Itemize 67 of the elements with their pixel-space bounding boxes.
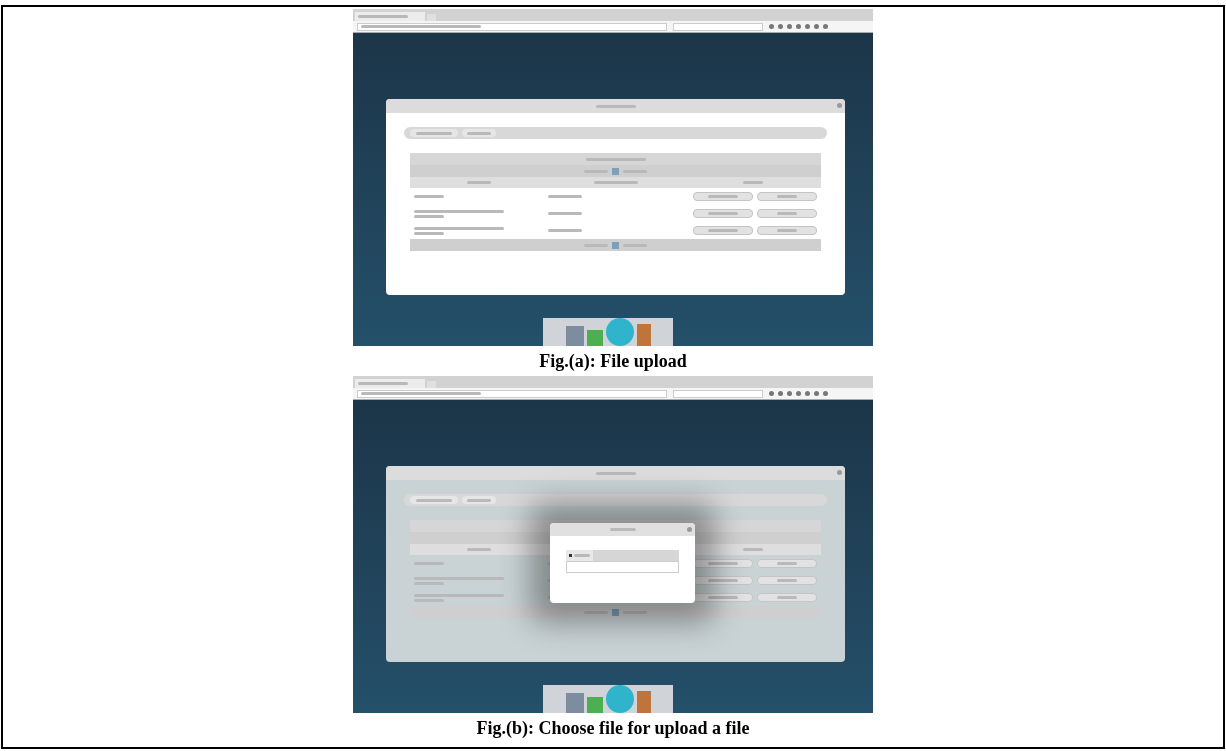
- action-button[interactable]: [757, 192, 817, 201]
- dialog-title-drawing: [595, 471, 636, 475]
- button-label-drawing: [777, 195, 797, 198]
- tab-title-drawing: [358, 382, 408, 385]
- blurred-text-drawing: [548, 229, 583, 232]
- action-button[interactable]: [693, 576, 753, 585]
- toolbar-icons-drawing: [769, 391, 828, 396]
- figure-caption: Fig.(a): File upload: [539, 350, 687, 373]
- action-button[interactable]: [757, 593, 817, 602]
- browse-button[interactable]: [566, 550, 593, 561]
- search-field[interactable]: [673, 389, 763, 398]
- figure-caption: Fig.(b): Choose file for upload a file: [476, 717, 750, 740]
- action-button[interactable]: [757, 226, 817, 235]
- blurred-text-drawing: [467, 131, 491, 135]
- new-tab-icon[interactable]: [427, 14, 436, 21]
- action-button[interactable]: [693, 593, 753, 602]
- blurred-text-drawing: [548, 212, 583, 215]
- action-button[interactable]: [693, 226, 753, 235]
- blurred-text-drawing: [548, 195, 583, 198]
- browser-tab[interactable]: [355, 12, 425, 21]
- tab-title-drawing: [358, 15, 408, 18]
- column-header-drawing: [466, 548, 491, 551]
- file-input-field[interactable]: [566, 561, 679, 573]
- toolbar-button[interactable]: [410, 496, 458, 504]
- column-header-drawing: [742, 548, 763, 551]
- action-button[interactable]: [693, 192, 753, 201]
- action-button[interactable]: [757, 559, 817, 568]
- action-button[interactable]: [757, 576, 817, 585]
- page-icon[interactable]: [612, 167, 619, 175]
- button-label-drawing: [574, 554, 590, 557]
- new-tab-icon[interactable]: [427, 381, 436, 388]
- search-field[interactable]: [673, 22, 763, 31]
- page-icon[interactable]: [612, 608, 619, 616]
- button-label-drawing: [777, 596, 797, 599]
- blurred-text-drawing: [414, 195, 444, 198]
- toolbar-button[interactable]: [462, 129, 496, 137]
- button-label-drawing: [777, 229, 797, 232]
- action-button[interactable]: [693, 559, 753, 568]
- toolbar-icons-drawing: [769, 24, 828, 29]
- browser-tab[interactable]: [355, 379, 425, 388]
- blurred-text-drawing: [416, 498, 452, 502]
- blurred-text-drawing: [467, 498, 491, 502]
- dialog-title-drawing: [609, 528, 636, 531]
- close-icon[interactable]: [687, 527, 692, 532]
- button-label-drawing: [708, 195, 738, 198]
- button-label-drawing: [777, 562, 797, 565]
- address-field[interactable]: [357, 389, 667, 398]
- button-label-drawing: [708, 562, 738, 565]
- action-button[interactable]: [693, 209, 753, 218]
- action-button[interactable]: [757, 209, 817, 218]
- column-header-drawing: [466, 181, 491, 184]
- column-header-drawing: [742, 181, 763, 184]
- toolbar-button[interactable]: [410, 129, 458, 137]
- button-label-drawing: [777, 212, 797, 215]
- page-icon[interactable]: [612, 241, 619, 249]
- blurred-text-drawing: [416, 131, 452, 135]
- button-label-drawing: [777, 579, 797, 582]
- close-icon[interactable]: [837, 470, 842, 475]
- button-label-drawing: [708, 229, 738, 232]
- dialog-title-drawing: [595, 104, 636, 108]
- button-label-drawing: [708, 596, 738, 599]
- button-label-drawing: [708, 579, 738, 582]
- address-field[interactable]: [357, 22, 667, 31]
- column-header-drawing: [593, 181, 638, 184]
- button-label-drawing: [708, 212, 738, 215]
- toolbar-button[interactable]: [462, 496, 496, 504]
- close-icon[interactable]: [837, 103, 842, 108]
